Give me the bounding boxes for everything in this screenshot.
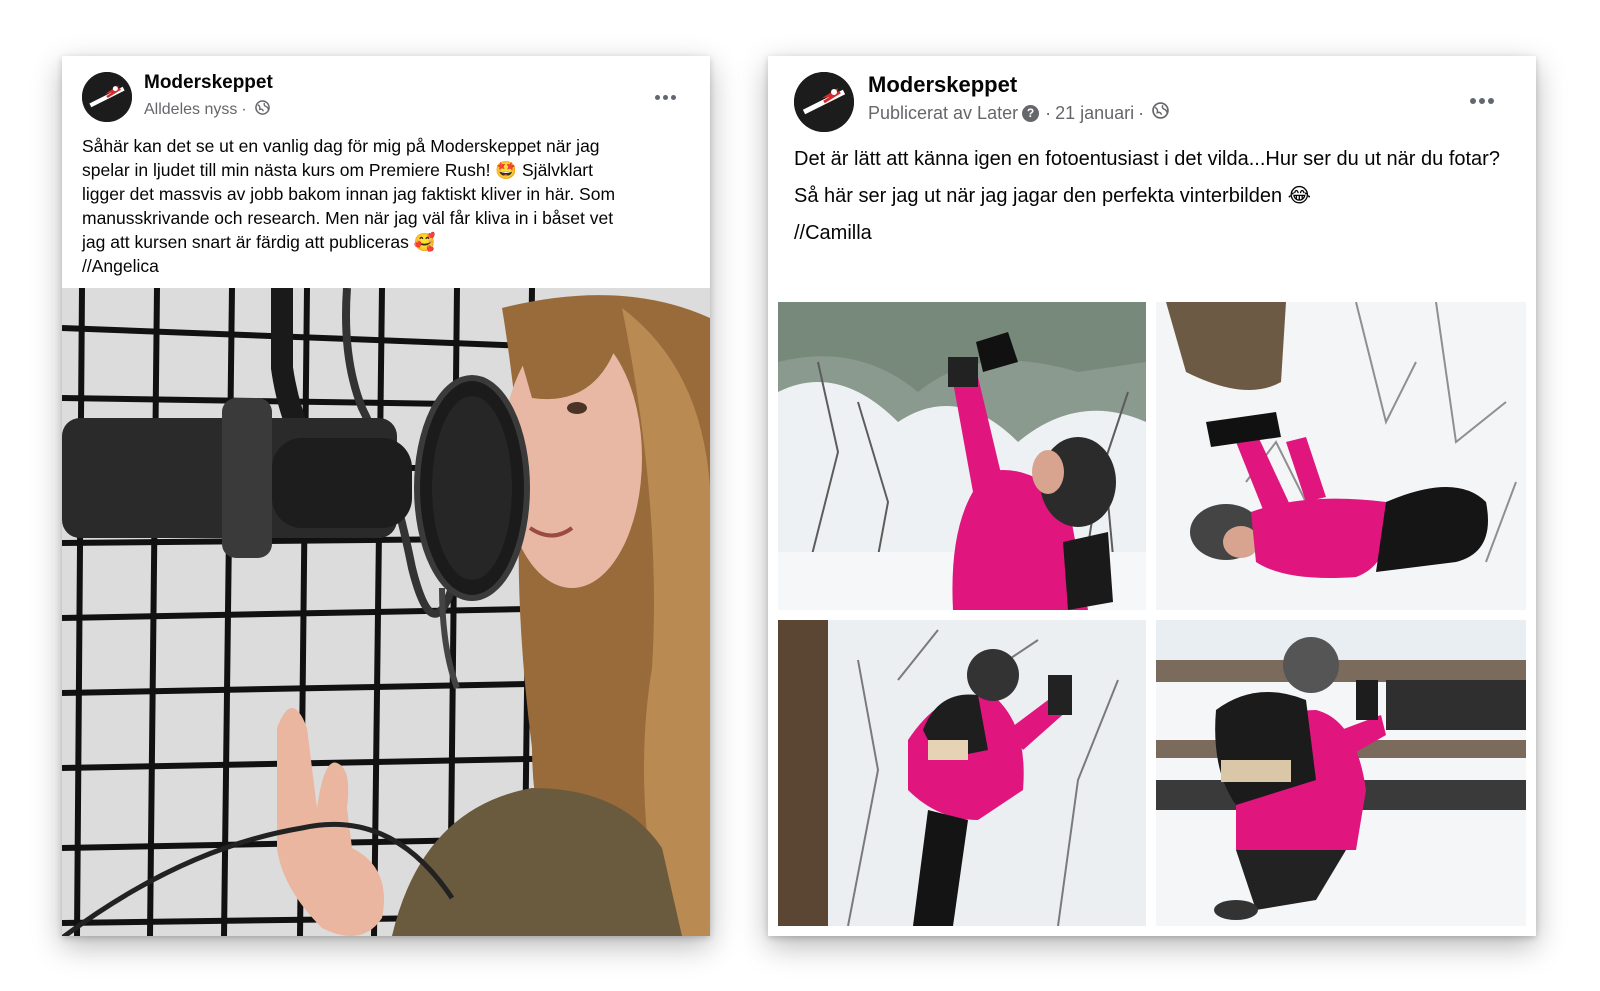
page-avatar[interactable] (82, 72, 132, 122)
published-by: Publicerat av Later (868, 102, 1019, 123)
globe-icon[interactable] (1152, 102, 1169, 124)
post-text: Såhär kan det se ut en vanlig dag för mi… (82, 134, 682, 278)
post-text-line: jag att kursen snart är färdig att publi… (82, 232, 436, 252)
globe-icon[interactable] (254, 100, 270, 120)
post-meta: Alldeles nyss · (144, 100, 270, 120)
more-options-icon[interactable] (1470, 98, 1494, 104)
post-paragraph: Det är lätt att känna igen en fotoentusi… (794, 148, 1500, 170)
post-text-line: //Angelica (82, 256, 159, 276)
post-meta: Publicerat av Later ? · 21 januari · (868, 102, 1169, 124)
post-text-line: ligger det massvis av jobb bakom innan j… (82, 184, 616, 204)
page-name[interactable]: Moderskeppet (144, 72, 273, 94)
help-icon[interactable]: ? (1022, 104, 1040, 122)
facebook-post-recording: Moderskeppet Alldeles nyss · Såhär kan d… (62, 56, 710, 936)
rocket-logo-icon (82, 72, 132, 122)
dot-separator: · (1138, 102, 1145, 123)
post-text-line: Såhär kan det se ut en vanlig dag för mi… (82, 136, 600, 156)
page-avatar[interactable] (794, 72, 854, 132)
page-name[interactable]: Moderskeppet (868, 72, 1017, 98)
post-text-line: spelar in ljudet till min nästa kurs om … (82, 160, 593, 180)
post-header: Moderskeppet Alldeles nyss · (62, 56, 710, 140)
grid-photo[interactable] (1156, 620, 1526, 926)
post-text-line: manusskrivande och research. Men när jag… (82, 208, 614, 228)
dot-separator: · (1045, 102, 1052, 123)
grid-photo[interactable] (1156, 302, 1526, 610)
rocket-logo-icon (794, 72, 854, 132)
post-photo-recording[interactable] (62, 288, 710, 936)
post-paragraph: Så här ser jag ut när jag jagar den perf… (794, 185, 1312, 207)
more-options-icon[interactable] (655, 95, 676, 100)
post-text: Det är lätt att känna igen en fotoentusi… (794, 146, 1514, 257)
timestamp[interactable]: 21 januari (1055, 103, 1134, 124)
timestamp[interactable]: Alldeles nyss (144, 101, 237, 119)
facebook-post-winter: Moderskeppet Publicerat av Later ? · 21 … (768, 56, 1536, 936)
post-paragraph: //Camilla (794, 222, 872, 244)
photo-grid (778, 302, 1526, 926)
grid-photo[interactable] (778, 302, 1146, 610)
post-header: Moderskeppet Publicerat av Later ? · 21 … (768, 56, 1536, 140)
dot-separator: · (241, 101, 247, 118)
screenshot-stage: Moderskeppet Alldeles nyss · Såhär kan d… (0, 0, 1600, 991)
grid-photo[interactable] (778, 620, 1146, 926)
